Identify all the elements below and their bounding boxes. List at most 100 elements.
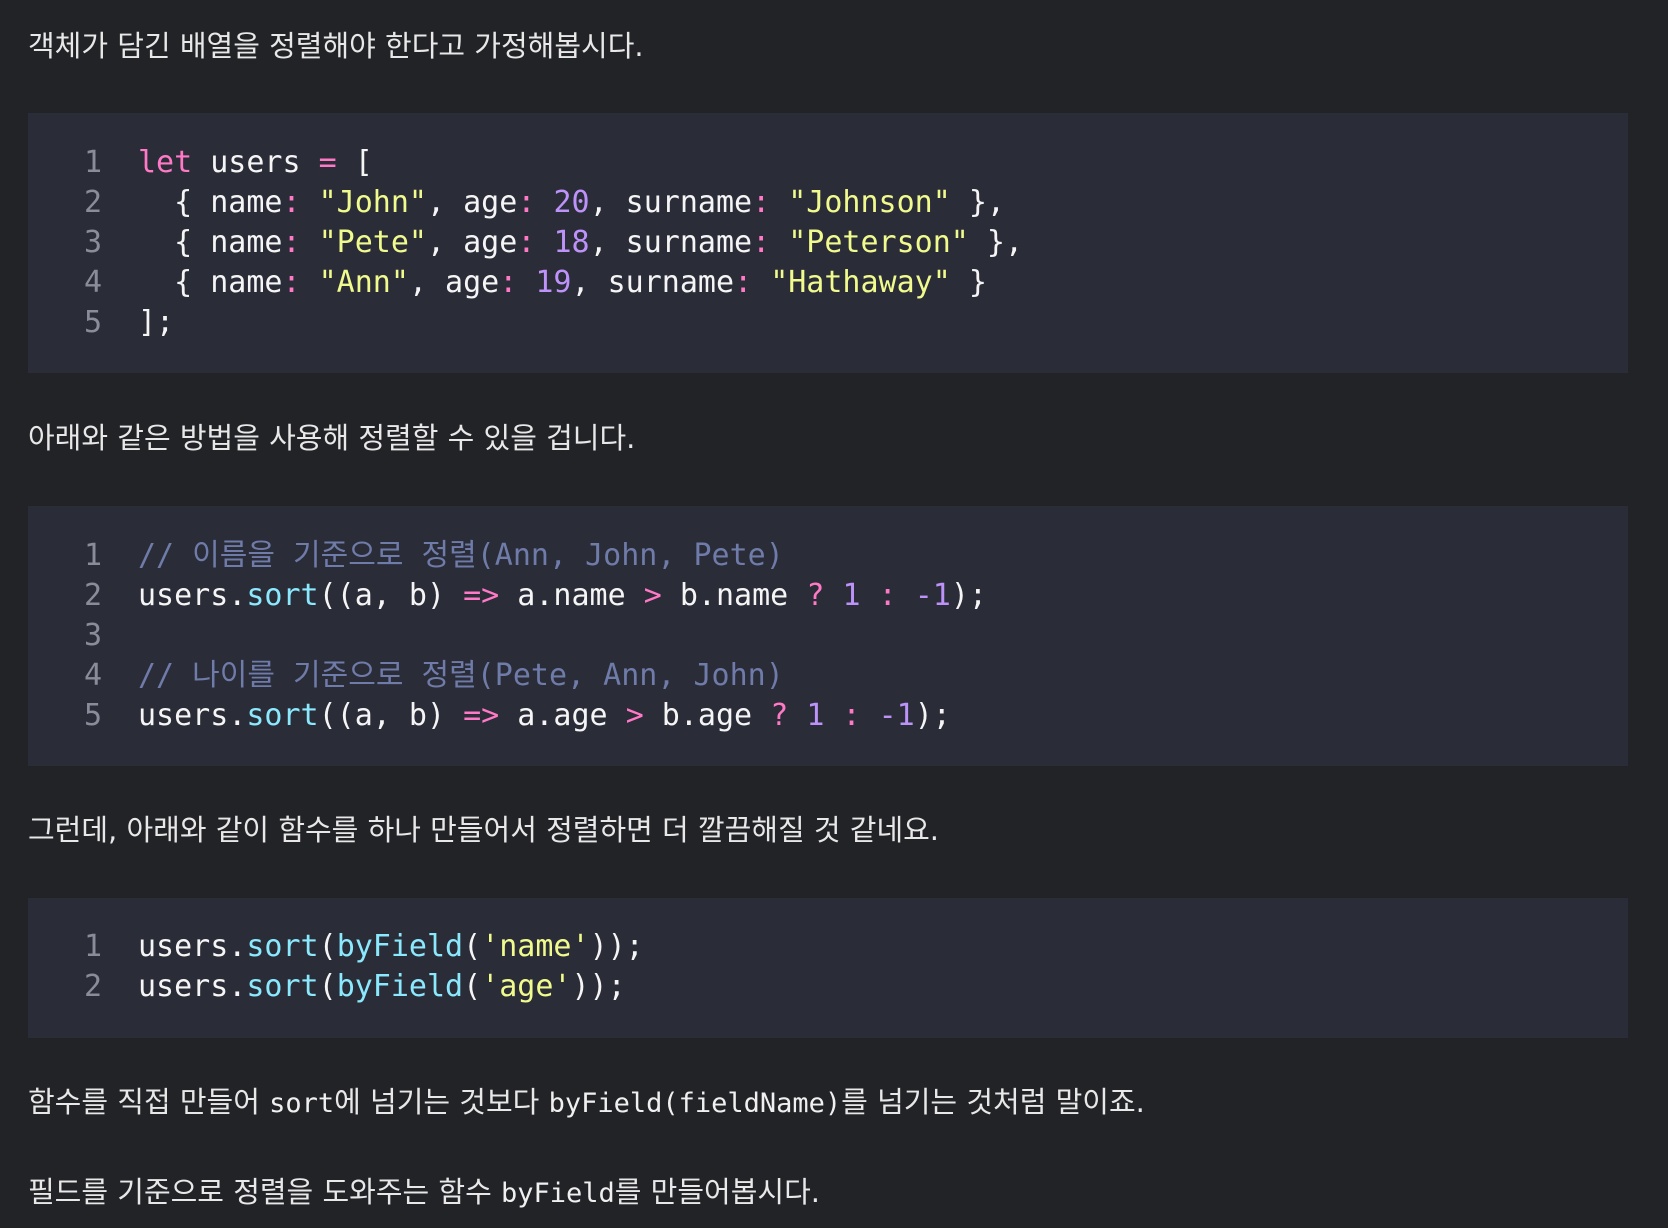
code-token: : bbox=[282, 185, 301, 220]
code-token: , age bbox=[408, 265, 500, 300]
code-token: sort bbox=[246, 929, 319, 964]
code-token: // 이름을 기준으로 정렬(Ann, John, Pete) bbox=[138, 538, 784, 573]
code-text: // 이름을 기준으로 정렬(Ann, John, Pete) bbox=[138, 538, 784, 573]
code-token: ((a, b) bbox=[318, 578, 464, 613]
code-token: , surname bbox=[571, 265, 735, 300]
code-token: > bbox=[643, 578, 662, 613]
text-segment: 에 넘기는 것보다 bbox=[334, 1085, 549, 1119]
code-token: }, bbox=[968, 225, 1024, 260]
code-token: 'age' bbox=[481, 969, 572, 1004]
code-token: }, bbox=[950, 185, 1005, 220]
code-token: a.name bbox=[499, 578, 644, 613]
code-token: -1 bbox=[914, 578, 951, 613]
line-number: 1 bbox=[83, 145, 102, 180]
code-text: let users = [ bbox=[138, 145, 373, 180]
code-token: b.name bbox=[661, 578, 807, 613]
code-token: "Hathaway" bbox=[770, 265, 951, 300]
code-token: b.age bbox=[643, 698, 771, 733]
code-token: users. bbox=[138, 969, 247, 1004]
code-token: , surname bbox=[589, 185, 753, 220]
code-token: } bbox=[950, 265, 987, 300]
code-block-byfield-usage: 1 users.sort(byField('name')); 2 users.sor… bbox=[28, 898, 1628, 1038]
code-token: // 나이를 기준으로 정렬(Pete, Ann, John) bbox=[138, 658, 784, 693]
code-token: "John" bbox=[318, 185, 427, 220]
code-token: byField bbox=[336, 969, 464, 1004]
code-line: 2 { name: "John", age: 20, surname: "Joh… bbox=[28, 183, 1005, 223]
code-text: { name: "John", age: 20, surname: "Johns… bbox=[138, 185, 1005, 220]
line-number: 4 bbox=[83, 265, 102, 300]
code-token: , age bbox=[427, 225, 518, 260]
code-token: a.age bbox=[499, 698, 626, 733]
code-token: ( bbox=[318, 969, 337, 1004]
code-token: sort bbox=[246, 969, 319, 1004]
code-token: : bbox=[282, 225, 301, 260]
code-line: 1 users.sort(byField('name')); bbox=[28, 927, 644, 967]
text-segment: 필드를 기준으로 정렬을 도와주는 함수 bbox=[28, 1175, 501, 1209]
code-line: 5 users.sort((a, b) => a.age > b.age ? 1 … bbox=[28, 696, 951, 736]
code-text: { name: "Ann", age: 19, surname: "Hathaw… bbox=[138, 265, 987, 300]
code-token: > bbox=[625, 698, 644, 733]
code-block-sort-examples: 1 // 이름을 기준으로 정렬(Ann, John, Pete) 2 users.… bbox=[28, 506, 1628, 766]
paragraph-cleaner-approach: 그런데, 아래와 같이 함수를 하나 만들어서 정렬하면 더 깔끔해질 것 같네… bbox=[28, 813, 940, 847]
code-token: { name bbox=[138, 265, 283, 300]
code-text: { name: "Pete", age: 18, surname: "Peter… bbox=[138, 225, 1023, 260]
code-token: )); bbox=[589, 929, 644, 964]
line-number: 5 bbox=[83, 698, 102, 733]
code-line: 3 bbox=[28, 616, 138, 656]
code-token: , age bbox=[427, 185, 518, 220]
inline-code-byfield: byField bbox=[500, 1178, 615, 1209]
code-token: , surname bbox=[589, 225, 753, 260]
code-token: 'name' bbox=[481, 929, 590, 964]
code-token: users. bbox=[138, 578, 247, 613]
text-segment: 함수를 직접 만들어 bbox=[28, 1085, 270, 1119]
text-segment: 를 만들어봅시다. bbox=[614, 1175, 820, 1209]
code-token: ( bbox=[463, 929, 482, 964]
line-number: 1 bbox=[83, 929, 102, 964]
code-token: 1 bbox=[806, 698, 825, 733]
code-token: users. bbox=[138, 698, 247, 733]
paragraph-pass-byfield: 함수를 직접 만들어 sort에 넘기는 것보다 byField(fieldNa… bbox=[28, 1082, 1145, 1124]
code-token: 20 bbox=[553, 185, 590, 220]
code-token: 1 bbox=[842, 578, 861, 613]
code-text: users.sort((a, b) => a.age > b.age ? 1 :… bbox=[138, 698, 951, 733]
code-token: 19 bbox=[535, 265, 572, 300]
code-token: "Peterson" bbox=[788, 225, 969, 260]
code-token: : bbox=[878, 578, 897, 613]
code-token: ); bbox=[950, 578, 987, 613]
code-token: ( bbox=[463, 969, 482, 1004]
code-token: let bbox=[138, 145, 193, 180]
paragraph-intro: 객체가 담긴 배열을 정렬해야 한다고 가정해봅시다. bbox=[28, 29, 644, 63]
code-line: 2 users.sort((a, b) => a.name > b.name ? … bbox=[28, 576, 987, 616]
line-number: 3 bbox=[83, 225, 102, 260]
line-number: 1 bbox=[83, 538, 102, 573]
code-token: "Ann" bbox=[318, 265, 409, 300]
code-text: users.sort((a, b) => a.name > b.name ? 1… bbox=[138, 578, 987, 613]
line-number: 5 bbox=[83, 305, 102, 340]
code-token: : bbox=[734, 265, 753, 300]
line-number: 3 bbox=[83, 618, 102, 653]
code-token: users bbox=[192, 145, 319, 180]
code-token: [ bbox=[336, 145, 373, 180]
code-token: = bbox=[318, 145, 337, 180]
code-token: -1 bbox=[878, 698, 915, 733]
code-token: : bbox=[752, 225, 771, 260]
code-line: 4 // 나이를 기준으로 정렬(Pete, Ann, John) bbox=[28, 656, 784, 696]
code-token: : bbox=[499, 265, 518, 300]
code-token: { name bbox=[138, 185, 283, 220]
inline-code-sort: sort bbox=[269, 1088, 335, 1119]
code-token: : bbox=[517, 185, 536, 220]
code-token: byField bbox=[336, 929, 464, 964]
code-text: ]; bbox=[138, 305, 174, 340]
code-text: users.sort(byField('name')); bbox=[138, 929, 644, 964]
code-token: ? bbox=[806, 578, 825, 613]
code-token: "Johnson" bbox=[788, 185, 951, 220]
code-token: sort bbox=[246, 698, 319, 733]
